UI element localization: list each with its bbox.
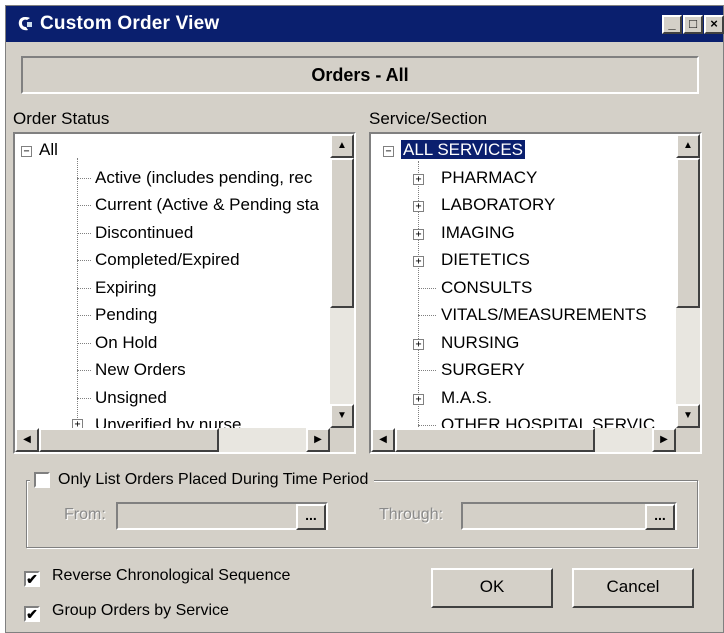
cancel-button[interactable]: Cancel bbox=[572, 568, 694, 608]
from-label: From: bbox=[64, 506, 106, 523]
from-date-field[interactable]: ... bbox=[116, 502, 328, 530]
scroll-thumb[interactable] bbox=[395, 428, 595, 452]
order-status-label: Order Status bbox=[13, 109, 110, 128]
selected-label: ALL SERVICES bbox=[401, 140, 526, 159]
from-browse-button[interactable]: ... bbox=[296, 504, 326, 530]
group-by-service-checkbox[interactable]: ✔ bbox=[24, 606, 40, 622]
order-status-vscroll[interactable]: ▲ ▼ bbox=[330, 134, 354, 428]
expand-icon[interactable]: + bbox=[413, 229, 424, 240]
tree-item-unverified[interactable]: Unverified by nurse bbox=[95, 414, 241, 428]
tree-item-on-hold[interactable]: On Hold bbox=[95, 332, 157, 354]
reverse-chronological-checkbox[interactable]: ✔ bbox=[24, 571, 40, 587]
tree-item-surgery[interactable]: SURGERY bbox=[441, 359, 525, 381]
tree-item-pending[interactable]: Pending bbox=[95, 304, 157, 326]
minimize-button[interactable]: _ bbox=[662, 15, 682, 34]
tree-item-vitals[interactable]: VITALS/MEASUREMENTS bbox=[441, 304, 647, 326]
tree-item-expiring[interactable]: Expiring bbox=[95, 277, 156, 299]
tree-item-dietetics[interactable]: DIETETICS bbox=[441, 249, 530, 271]
tree-item-imaging[interactable]: IMAGING bbox=[441, 222, 515, 244]
tree-item-pharmacy[interactable]: PHARMACY bbox=[441, 167, 537, 189]
expand-icon[interactable]: + bbox=[413, 339, 424, 350]
through-label: Through: bbox=[379, 506, 444, 523]
tree-item-active[interactable]: Active (includes pending, rec bbox=[95, 167, 312, 189]
tree-connector bbox=[77, 315, 91, 316]
scroll-up-icon[interactable]: ▲ bbox=[676, 134, 700, 158]
time-period-checkbox[interactable] bbox=[34, 472, 50, 488]
tree-item-completed[interactable]: Completed/Expired bbox=[95, 249, 240, 271]
service-section-label: Service/Section bbox=[369, 109, 488, 128]
expand-icon[interactable]: + bbox=[413, 256, 424, 267]
scroll-up-icon[interactable]: ▲ bbox=[330, 134, 354, 158]
scroll-right-icon[interactable]: ▶ bbox=[652, 428, 676, 452]
tree-item-unsigned[interactable]: Unsigned bbox=[95, 387, 167, 409]
tree-connector bbox=[77, 370, 91, 371]
group-by-service-label[interactable]: Group Orders by Service bbox=[52, 602, 229, 620]
time-period-legend: Only List Orders Placed During Time Peri… bbox=[30, 468, 375, 492]
time-period-label[interactable]: Only List Orders Placed During Time Peri… bbox=[58, 468, 390, 492]
tree-item-laboratory[interactable]: LABORATORY bbox=[441, 194, 555, 216]
close-button[interactable]: × bbox=[704, 15, 724, 34]
tree-item-other-hospital[interactable]: OTHER HOSPITAL SERVIC bbox=[441, 414, 655, 428]
collapse-icon[interactable]: − bbox=[21, 146, 32, 157]
order-status-tree[interactable]: − All Active (includes pending, rec Curr… bbox=[13, 132, 356, 454]
tree-item-discontinued[interactable]: Discontinued bbox=[95, 222, 193, 244]
tree-connector bbox=[418, 425, 436, 426]
tree-connector bbox=[418, 288, 436, 289]
tree-item-new-orders[interactable]: New Orders bbox=[95, 359, 186, 381]
expand-icon[interactable]: + bbox=[72, 419, 83, 428]
expand-icon[interactable]: + bbox=[413, 201, 424, 212]
through-browse-button[interactable]: ... bbox=[645, 504, 675, 530]
scroll-down-icon[interactable]: ▼ bbox=[330, 404, 354, 428]
scroll-left-icon[interactable]: ◀ bbox=[371, 428, 395, 452]
window-title: Custom Order View bbox=[40, 13, 220, 34]
scroll-corner bbox=[330, 428, 354, 452]
orders-banner: Orders - All bbox=[21, 56, 699, 94]
tree-connector bbox=[77, 260, 91, 261]
tree-item-mas[interactable]: M.A.S. bbox=[441, 387, 492, 409]
tree-connector bbox=[77, 158, 78, 428]
tree-connector bbox=[77, 205, 91, 206]
tree-connector bbox=[77, 233, 91, 234]
scroll-down-icon[interactable]: ▼ bbox=[676, 404, 700, 428]
tree-root-all[interactable]: All bbox=[39, 139, 58, 161]
order-status-hscroll[interactable]: ◀ ▶ bbox=[15, 428, 330, 452]
tree-connector bbox=[77, 178, 91, 179]
service-section-vscroll[interactable]: ▲ ▼ bbox=[676, 134, 700, 428]
collapse-icon[interactable]: − bbox=[383, 146, 394, 157]
scroll-left-icon[interactable]: ◀ bbox=[15, 428, 39, 452]
tree-connector bbox=[77, 343, 91, 344]
through-date-field[interactable]: ... bbox=[461, 502, 677, 530]
maximize-button[interactable]: □ bbox=[683, 15, 703, 34]
expand-icon[interactable]: + bbox=[413, 174, 424, 185]
tree-connector bbox=[77, 288, 91, 289]
tree-connector bbox=[418, 370, 436, 371]
service-section-hscroll[interactable]: ◀ ▶ bbox=[371, 428, 676, 452]
scroll-right-icon[interactable]: ▶ bbox=[306, 428, 330, 452]
expand-icon[interactable]: + bbox=[413, 394, 424, 405]
tree-item-consults[interactable]: CONSULTS bbox=[441, 277, 532, 299]
scroll-thumb[interactable] bbox=[330, 158, 354, 308]
title-bar[interactable]: Custom Order View _ □ × bbox=[6, 6, 724, 42]
tree-item-current[interactable]: Current (Active & Pending sta bbox=[95, 194, 319, 216]
ok-button[interactable]: OK bbox=[431, 568, 553, 608]
custom-order-view-dialog: Custom Order View _ □ × Orders - All Ord… bbox=[5, 5, 724, 633]
reverse-chronological-label[interactable]: Reverse Chronological Sequence bbox=[52, 567, 290, 585]
tree-connector bbox=[77, 398, 91, 399]
scroll-thumb[interactable] bbox=[676, 158, 700, 308]
tree-connector bbox=[418, 315, 436, 316]
scroll-thumb[interactable] bbox=[39, 428, 219, 452]
scroll-corner bbox=[676, 428, 700, 452]
tree-root-all-services[interactable]: ALL SERVICES bbox=[401, 139, 526, 161]
service-section-tree[interactable]: − ALL SERVICES + PHARMACY + LABORATORY +… bbox=[369, 132, 702, 454]
app-icon bbox=[16, 15, 34, 33]
tree-item-nursing[interactable]: NURSING bbox=[441, 332, 519, 354]
